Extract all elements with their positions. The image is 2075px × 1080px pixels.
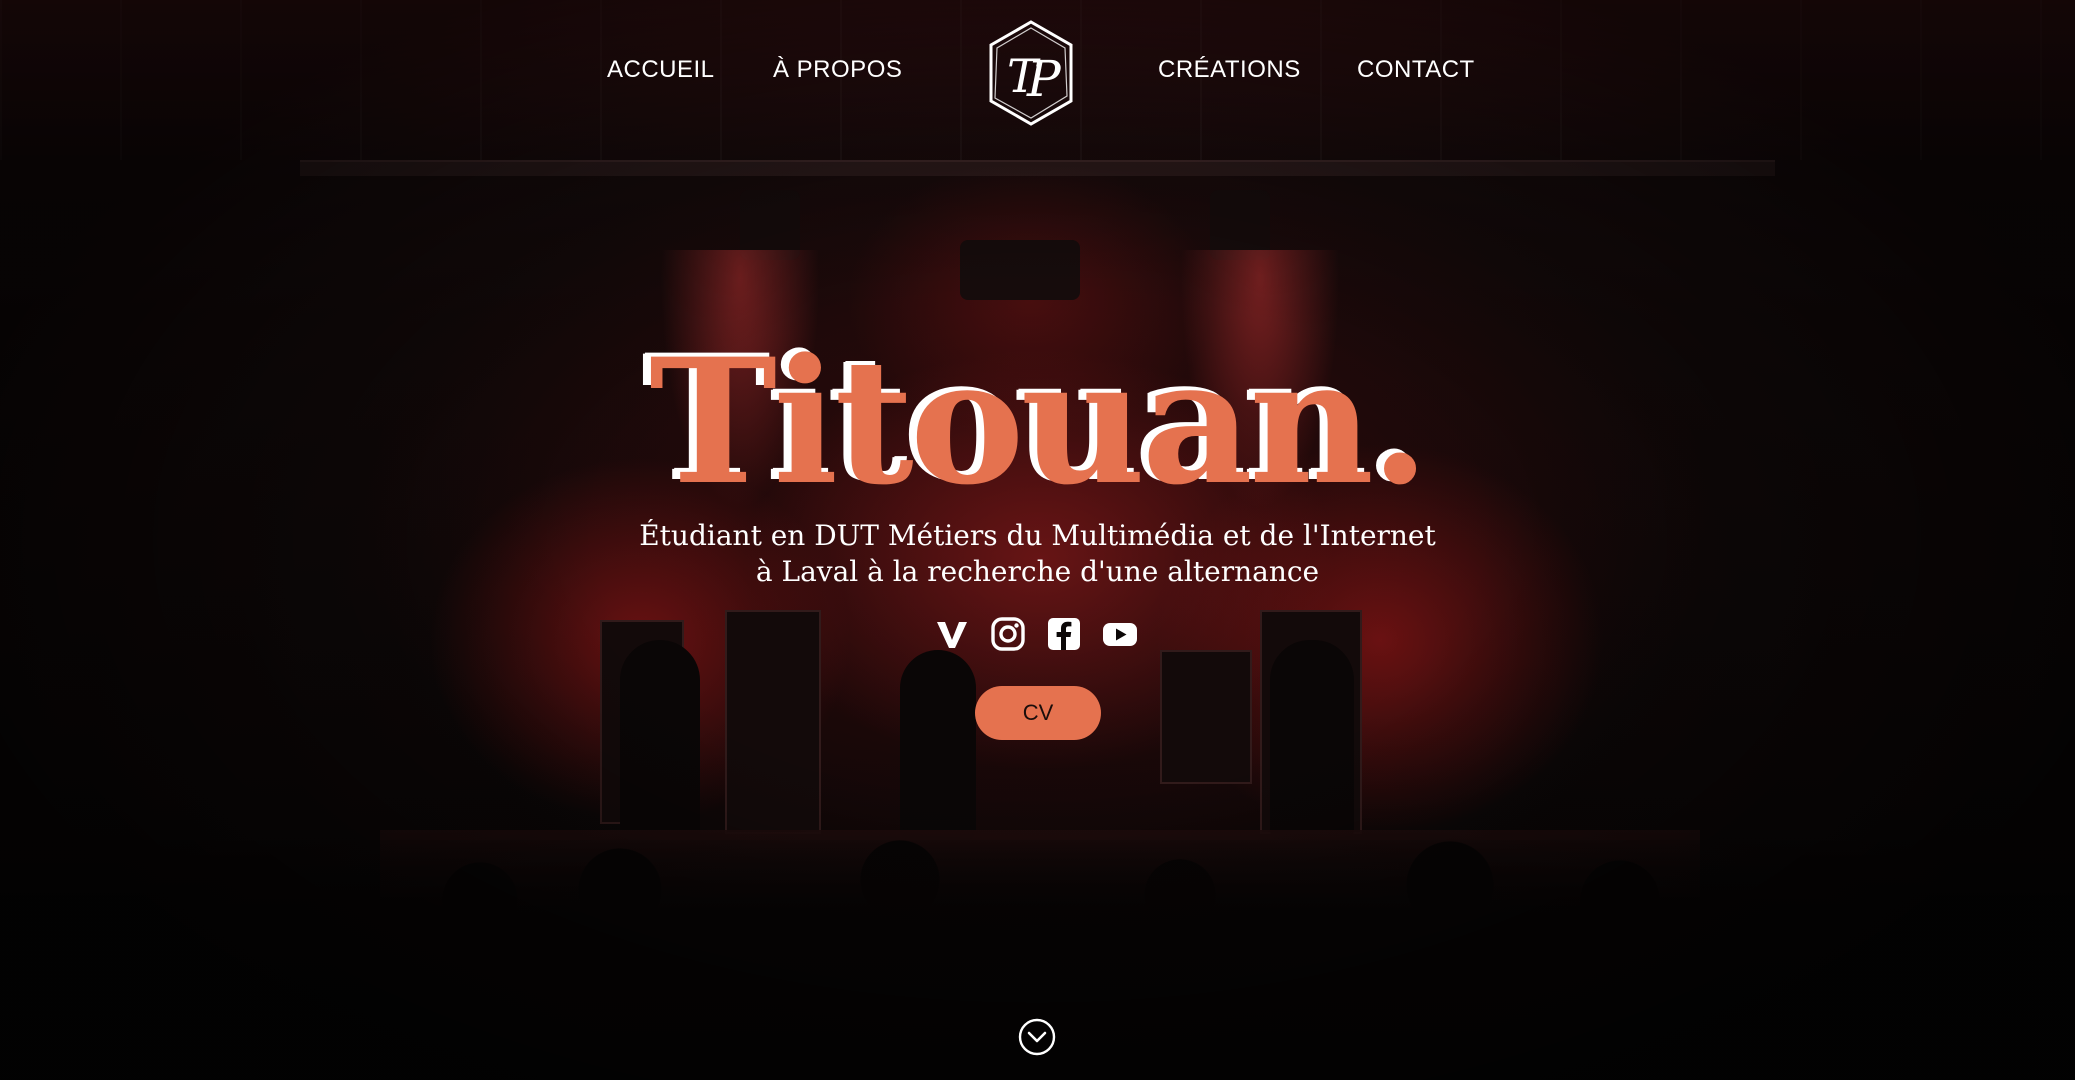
cv-button[interactable]: CV	[975, 686, 1101, 740]
nav-link-contact[interactable]: CONTACT	[1357, 56, 1475, 84]
facebook-icon[interactable]	[1046, 616, 1082, 652]
nav-link-creations[interactable]: CRÉATIONS	[1158, 56, 1301, 84]
nav-link-accueil[interactable]: ACCUEIL	[607, 56, 715, 84]
youtube-icon[interactable]	[1102, 616, 1138, 652]
hero-subtitle-line-2: à Laval à la recherche d'une alternance	[755, 555, 1320, 588]
nav-link-a-propos[interactable]: À PROPOS	[773, 56, 902, 84]
vimeo-icon[interactable]	[934, 616, 970, 652]
chevron-down-circle-icon[interactable]	[1018, 1018, 1056, 1056]
social-links	[934, 616, 1144, 656]
svg-text:P: P	[1026, 50, 1062, 108]
main-navigation: ACCUEIL À PROPOS T P CRÉATIONS CONTACT	[0, 0, 2075, 140]
hero-subtitle: Étudiant en DUT Métiers du Multimédia et…	[0, 518, 2075, 590]
instagram-icon[interactable]	[990, 616, 1026, 652]
hero-title: Titouan.	[649, 320, 1430, 523]
hero-subtitle-line-1: Étudiant en DUT Métiers du Multimédia et…	[639, 519, 1436, 552]
tp-logo-icon[interactable]: T P	[985, 18, 1077, 128]
